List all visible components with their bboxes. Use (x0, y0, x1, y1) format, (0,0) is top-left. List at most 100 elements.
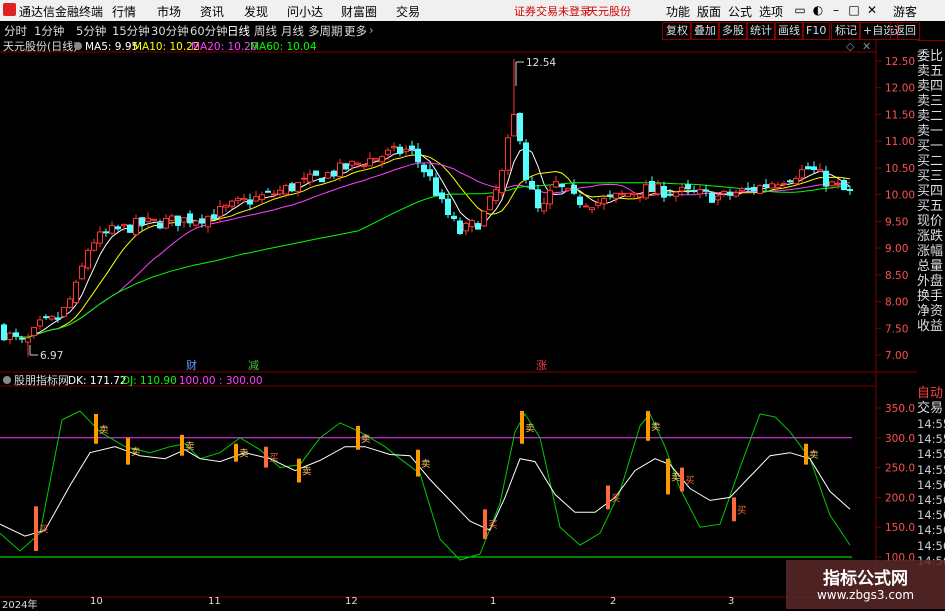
menu-item-discover[interactable]: 发现 (244, 3, 268, 20)
close-pane-icon[interactable]: ✕ (862, 40, 871, 53)
candle-body (751, 186, 757, 192)
skin-icon[interactable]: ◐ (810, 2, 826, 18)
sell-signal-label: 卖 (302, 467, 312, 478)
side-item-earnings[interactable]: 收益 (917, 319, 945, 334)
side-item-bid-ratio[interactable]: 委比 (917, 49, 945, 64)
menu-item-market[interactable]: 市场 (157, 3, 181, 20)
period-more[interactable]: 更多 (344, 23, 367, 39)
price-tick-label: 11.00 (885, 136, 915, 148)
candle-body (601, 198, 607, 205)
side-item-turnover[interactable]: 换手 (917, 289, 945, 304)
side-item-bid3[interactable]: 买三 (917, 169, 945, 184)
menu-item-formula[interactable]: 公式 (728, 3, 752, 20)
event-marker-finance[interactable]: 财 (186, 358, 197, 372)
side-item-ask2[interactable]: 卖二 (917, 109, 945, 124)
guest-label[interactable]: 游客 (893, 3, 917, 20)
buy-signal-label: 买 (488, 520, 498, 531)
menu-item-news[interactable]: 资讯 (200, 3, 224, 20)
candle-body (445, 198, 451, 215)
candle-body (193, 220, 199, 226)
event-marker-reduce[interactable]: 减 (248, 359, 259, 372)
more-chevron-icon[interactable]: › (369, 23, 374, 37)
price-tick-label: 11.50 (885, 109, 915, 121)
tick-time: 14:55 (917, 432, 945, 447)
candle-body (247, 199, 253, 205)
signal-bar (646, 410, 650, 441)
candle-body (517, 113, 523, 142)
login-notice[interactable]: 证券交易未登录 (514, 3, 591, 19)
collapse-icon[interactable]: ▭ (792, 2, 808, 18)
candle-body (115, 226, 121, 230)
side-item-ask4[interactable]: 卖四 (917, 79, 945, 94)
chart-area[interactable]: 12.50 12.00 11.50 11.00 10.50 10.00 9.50 9.00 8.… (0, 40, 917, 600)
side-item-net-asset[interactable]: 净资 (917, 304, 945, 319)
candle-body (397, 146, 403, 154)
menu-item-layout[interactable]: 版面 (697, 3, 721, 20)
trade-label[interactable]: 交易 (917, 401, 945, 416)
candle-body (721, 190, 727, 194)
signal-bar (483, 509, 487, 540)
menu-item-options[interactable]: 选项 (759, 3, 783, 20)
side-item-ask5[interactable]: 卖五 (917, 64, 945, 79)
tick-time: 14:56 (917, 508, 945, 523)
side-item-outer[interactable]: 外盘 (917, 274, 945, 289)
menu-item-assistant[interactable]: 问小达 (287, 3, 323, 20)
auto-label[interactable]: 自动 (917, 386, 945, 401)
f10-button[interactable]: F10 (802, 22, 831, 40)
menu-item-wealth[interactable]: 财富圈 (341, 3, 377, 20)
period-15min[interactable]: 15分钟 (112, 23, 150, 39)
diamond-icon[interactable]: ◇ (846, 40, 855, 53)
back-button[interactable]: 返回 (890, 22, 920, 40)
event-marker-rise[interactable]: 涨 (536, 359, 547, 372)
menu-item-function[interactable]: 功能 (666, 3, 690, 20)
candle-body (685, 184, 691, 190)
maximize-icon[interactable]: □ (846, 2, 862, 18)
period-5min[interactable]: 5分钟 (76, 23, 106, 39)
period-30min[interactable]: 30分钟 (151, 23, 189, 39)
side-item-ask1[interactable]: 卖一 (917, 124, 945, 139)
candle-body (661, 186, 667, 198)
side-item-ask3[interactable]: 卖三 (917, 94, 945, 109)
side-item-bid2[interactable]: 买二 (917, 154, 945, 169)
statistics-button[interactable]: 统计 (746, 22, 776, 40)
restore-rights-button[interactable]: 复权 (662, 22, 692, 40)
candle-body (367, 158, 373, 167)
period-1min[interactable]: 1分钟 (34, 23, 64, 39)
side-item-bid5[interactable]: 买五 (917, 199, 945, 214)
menu-item-trade[interactable]: 交易 (396, 3, 420, 20)
side-item-bid4[interactable]: 买四 (917, 184, 945, 199)
candle-body (529, 181, 535, 190)
candle-body (811, 166, 817, 170)
period-daily[interactable]: 日线 (227, 23, 250, 39)
app-name: 通达信金融终端 (19, 5, 104, 19)
mark-button[interactable]: 标记 (831, 22, 861, 40)
period-timeshare[interactable]: 分时 (4, 23, 27, 39)
period-multi[interactable]: 多周期 (308, 23, 343, 39)
candle-body (619, 192, 625, 195)
side-item-price[interactable]: 现价 (917, 214, 945, 229)
candle-body (373, 158, 379, 161)
draw-line-button[interactable]: 画线 (774, 22, 804, 40)
sell-signal-label: 卖 (99, 425, 109, 436)
menu-item-quotes[interactable]: 行情 (112, 3, 136, 20)
side-item-change-pct[interactable]: 涨幅 (917, 244, 945, 259)
side-item-change[interactable]: 涨跌 (917, 229, 945, 244)
candle-body (451, 215, 457, 220)
period-monthly[interactable]: 月线 (281, 23, 304, 39)
period-weekly[interactable]: 周线 (254, 23, 277, 39)
period-60min[interactable]: 60分钟 (190, 23, 228, 39)
indicator-settings-dot-icon[interactable] (3, 376, 11, 384)
settings-dot-icon[interactable] (74, 42, 82, 50)
candle-body (187, 213, 193, 224)
candle-body (553, 181, 559, 188)
minimize-icon[interactable]: – (828, 2, 844, 18)
side-item-bid1[interactable]: 买一 (917, 139, 945, 154)
close-icon[interactable]: ✕ (864, 2, 880, 18)
watermark-title: 指标公式网 (823, 569, 908, 589)
candle-body (355, 162, 361, 165)
side-item-volume[interactable]: 总量 (917, 259, 945, 274)
overlay-button[interactable]: 叠加 (690, 22, 720, 40)
candle-body (475, 223, 481, 230)
sell-signal-label: 卖 (671, 473, 681, 484)
multi-stock-button[interactable]: 多股 (718, 22, 748, 40)
